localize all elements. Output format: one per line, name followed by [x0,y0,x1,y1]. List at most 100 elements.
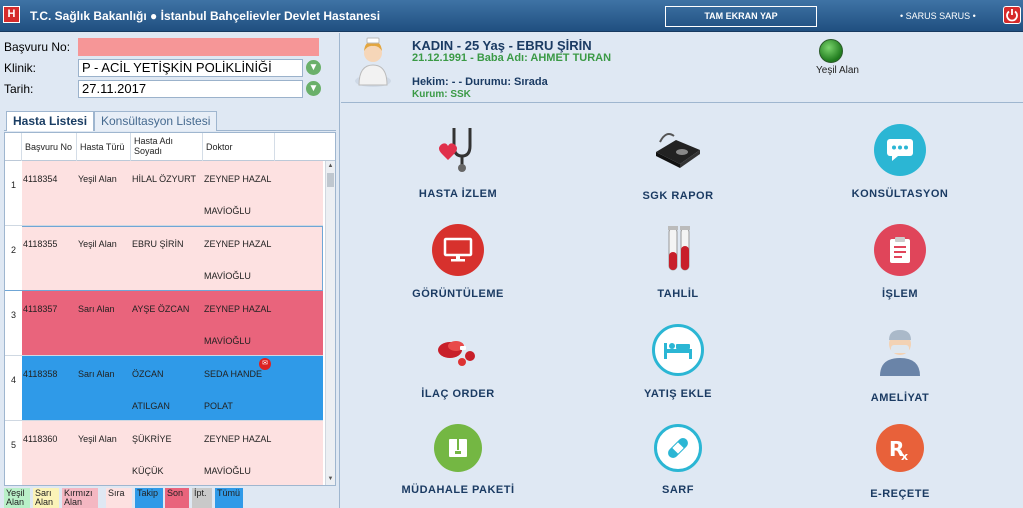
basvuru-input[interactable] [78,38,319,56]
scroll-thumb[interactable] [327,173,334,187]
cell-basvuru-no: 4118355 [23,239,58,249]
user-menu[interactable]: • SARUS SARUS • [900,11,976,21]
legend-iptal[interactable]: İpt. [192,488,212,508]
scroll-up-icon[interactable]: ▲ [327,163,334,171]
test-tube-icon [668,226,690,271]
list-header: Başvuru No Hasta Türü Hasta Adı Soyadı D… [5,133,335,161]
patient-summary: KADIN - 25 Yaş - EBRU ŞİRİN [412,38,592,53]
cell-doktor: ZEYNEP HAZAL [204,304,272,314]
table-row[interactable]: 3 4118357 Sarı Alan AYŞE ÖZCAN ZEYNEP HA… [5,291,323,356]
header-index [5,133,22,161]
tile-label: SARF [662,484,694,496]
left-panel: Başvuru No: Klinik: P - ACİL YETİŞKİN PO… [0,33,340,508]
legend-son[interactable]: Son [165,488,189,508]
message-icon[interactable]: ✉ [259,358,271,370]
cell-hasta-adi: HİLAL ÖZYURT [132,174,197,184]
prescription-icon: R x [876,424,924,472]
patient-institution: Kurum: SSK [412,89,471,100]
cell-hasta-adi: ÖZCAN [132,369,164,379]
chevron-down-icon[interactable]: ▼ [306,60,321,75]
legend-sira[interactable]: Sıra [106,488,132,508]
cell-hasta-turu: Yeşil Alan [78,239,117,249]
goruntuleme-tile[interactable]: GÖRÜNTÜLEME [378,210,538,306]
mudahale-paketi-tile[interactable]: MÜDAHALE PAKETİ [378,410,538,506]
e-recete-tile[interactable]: R x E-REÇETE [820,410,980,506]
cell-doktor-soyadi: MAVİOĞLU [204,271,251,281]
tab-konsultasyon-listesi[interactable]: Konsültasyon Listesi [94,111,218,131]
hasta-izlem-tile[interactable]: HASTA İZLEM [378,110,538,206]
fullscreen-button[interactable]: TAM EKRAN YAP [665,6,817,27]
package-icon [434,424,482,472]
green-status-icon [819,39,843,63]
basvuru-label: Başvuru No: [4,40,71,54]
cell-hasta-turu: Sarı Alan [78,304,115,314]
hospital-logo-icon: H [3,6,20,23]
cell-basvuru-no: 4118357 [23,304,58,314]
konsultasyon-tile[interactable]: KONSÜLTASYON [820,110,980,206]
sgk-rapor-tile[interactable]: SGK RAPOR [598,110,758,206]
cell-hasta-adi: ŞÜKRİYE [132,434,172,444]
islem-tile[interactable]: İŞLEM [820,210,980,306]
table-row[interactable]: 1 4118354 Yeşil Alan HİLAL ÖZYURT ZEYNEP… [5,161,323,226]
cell-doktor-soyadi: MAVİOĞLU [204,206,251,216]
tile-label: AMELİYAT [870,392,930,404]
tile-label: İŞLEM [881,288,919,300]
list-tabs: Hasta Listesi Konsültasyon Listesi [4,109,336,131]
cell-hasta-turu: Yeşil Alan [78,174,117,184]
row-index: 2 [5,226,22,290]
patient-birth-father: 21.12.1991 - Baba Adı: AHMET TURAN [412,52,612,64]
row-index: 1 [5,161,22,225]
sarf-tile[interactable]: SARF [598,410,758,506]
legend-takip[interactable]: Takip [135,488,163,508]
action-tiles: HASTA İZLEM SGK RAPOR KONSÜLTASYON GÖRÜN… [341,104,1023,508]
tile-label: MÜDAHALE PAKETİ [401,484,515,496]
legend-sari-alan[interactable]: Sarı Alan [33,488,59,508]
legend-tumu[interactable]: Tümü [215,488,243,508]
row-index: 4 [5,356,22,420]
chevron-down-icon[interactable]: ▼ [306,81,321,96]
header-hasta-turu: Hasta Türü [77,133,131,161]
tile-label: HASTA İZLEM [418,188,498,200]
row-index: 5 [5,421,22,485]
title-bar: H T.C. Sağlık Bakanlığı ● İstanbul Bahçe… [0,0,1023,32]
tile-label: İLAÇ ORDER [421,388,495,400]
status-legend: Yeşil Alan Sarı Alan Kırmızı Alan Sıra T… [4,486,336,508]
legend-yesil-alan[interactable]: Yeşil Alan [4,488,30,508]
cell-doktor: ZEYNEP HAZAL [204,174,272,184]
tile-label: GÖRÜNTÜLEME [412,288,504,300]
pills-icon [438,341,475,366]
legend-kirmizi-alan[interactable]: Kırmızı Alan [62,488,98,508]
cell-basvuru-no: 4118354 [23,174,58,184]
power-icon [1006,9,1018,22]
logout-button[interactable] [1003,6,1021,24]
status-label: Yeşil Alan [816,65,859,76]
header-hasta-adi: Hasta Adı Soyadı [131,133,203,161]
table-row[interactable]: 5 4118360 Yeşil Alan ŞÜKRİYE KÜÇÜK ZEYNE… [5,421,323,485]
tile-label: SGK RAPOR [642,190,714,202]
klinik-select[interactable]: P - ACİL YETİŞKİN POLİKLİNİĞİ [78,59,303,77]
tahlil-tile[interactable]: TAHLİL [598,210,758,306]
table-row[interactable]: 4 4118358 Sarı Alan ÖZCAN ATILGAN SEDA H… [5,356,323,421]
row-index: 3 [5,291,22,355]
cell-basvuru-no: 4118360 [23,434,58,444]
scroll-down-icon[interactable]: ▼ [327,476,334,484]
svg-text:x: x [901,450,908,462]
list-scrollbar[interactable]: ▲ ▼ [325,161,335,485]
header-doktor: Doktor [203,133,275,161]
table-row[interactable]: 2 4118355 Yeşil Alan EBRU ŞİRİN ZEYNEP H… [5,226,323,291]
yatis-ekle-tile[interactable]: YATIŞ EKLE [598,310,758,406]
tarih-input[interactable]: 27.11.2017 [78,80,303,98]
cell-doktor-soyadi: MAVİOĞLU [204,466,251,476]
cell-hasta-soyadi: ATILGAN [132,401,170,411]
cell-basvuru-no: 4118358 [23,369,58,379]
ilac-order-tile[interactable]: İLAÇ ORDER [378,310,538,406]
tile-label: E-REÇETE [870,488,930,500]
ameliyat-tile[interactable]: AMELİYAT [820,310,980,406]
cell-doktor: SEDA HANDE [204,369,263,379]
patient-doctor-status: Hekim: - - Durumu: Sırada [412,76,548,88]
cell-doktor: ZEYNEP HAZAL [204,434,272,444]
tab-hasta-listesi[interactable]: Hasta Listesi [6,111,95,131]
tile-label: KONSÜLTASYON [851,188,949,200]
cell-doktor-soyadi: POLAT [204,401,233,411]
cell-doktor: ZEYNEP HAZAL [204,239,272,249]
